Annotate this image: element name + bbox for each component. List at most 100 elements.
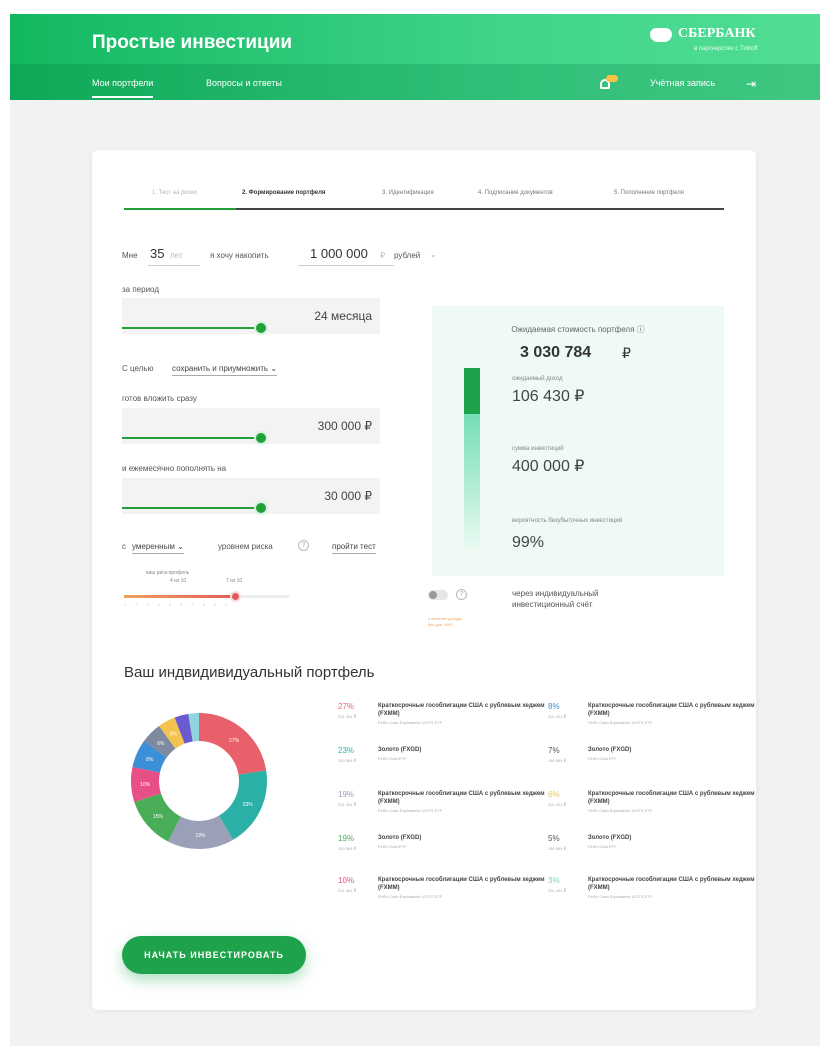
allocation-item[interactable]: 7% 150 564 ₽ Золото (FXGD) FinEx Gold ETF	[548, 746, 758, 786]
expected-total-currency: ₽	[622, 345, 631, 361]
allocation-asset-name: Краткосрочные гособлигации США с рублевы…	[588, 877, 755, 891]
monthly-slider[interactable]	[122, 503, 266, 513]
allocation-item[interactable]: 19% 201 401 ₽ Краткосрочные гособлигации С…	[338, 790, 548, 830]
step-portfolio[interactable]: 2. Формирование портфеля	[242, 190, 325, 196]
allocation-item[interactable]: 19% 150 564 ₽ Золото (FXGD) FinEx Gold ETF	[338, 834, 548, 874]
step-risk-test[interactable]: 1. Тест на риски	[152, 190, 197, 196]
value-bar	[464, 368, 480, 548]
monthly-label: и ежемесячно пополнять на	[122, 464, 227, 473]
allocation-etf: FinEx Cash Equivalents UCITS ETF	[378, 894, 443, 899]
slider-handle[interactable]	[256, 503, 266, 513]
allocation-percent: 19%	[338, 790, 355, 799]
bank-logo[interactable]: СБЕРБАНК в партнерстве с Tinkoff	[650, 24, 770, 60]
info-icon[interactable]: ?	[456, 589, 467, 600]
allocation-asset-name: Золото (FXGD)	[378, 835, 422, 841]
iis-toggle[interactable]	[428, 590, 448, 600]
risk-prefix: с	[122, 542, 126, 551]
nav-my-portfolios[interactable]: Мои портфели	[92, 78, 154, 98]
account-link[interactable]: Учётная запись	[650, 78, 715, 88]
risk-handle[interactable]	[230, 591, 241, 602]
allocation-item[interactable]: 10% 201 401 ₽ Краткосрочные гособлигации С…	[338, 876, 548, 916]
allocation-item[interactable]: 27% 201 401 ₽ Краткосрочные гособлигации С…	[338, 702, 548, 742]
target-amount-input[interactable]: 1 000 000	[310, 246, 368, 261]
step-identification[interactable]: 3. Идентификация	[382, 190, 434, 196]
allocation-amount: 201 401 ₽	[548, 802, 567, 807]
allocation-etf: FinEx Gold ETF	[378, 756, 407, 761]
donut-slice-label: 23%	[243, 802, 254, 808]
step-documents[interactable]: 4. Подписание документов	[478, 190, 553, 196]
allocation-etf: FinEx Gold ETF	[378, 844, 407, 849]
allocation-percent: 8%	[548, 702, 560, 711]
expected-value-panel: Ожидаемая стоимость портфеля ⓘ 3 030 784…	[432, 306, 724, 576]
allocation-etf: FinEx Cash Equivalents UCITS ETF	[378, 720, 443, 725]
risk-scale[interactable]: ваш риск-профиль 4 из 10 7 из 10 1234567…	[122, 570, 292, 610]
period-value: 24 месяца	[314, 309, 372, 323]
app-title: Простые инвестиции	[92, 32, 293, 53]
progress-steps: 1. Тест на риски 2. Формирование портфел…	[124, 184, 724, 214]
allocation-etf: FinEx Gold ETF	[588, 756, 617, 761]
donut-slice-label: 19%	[195, 833, 206, 839]
allocation-amount: 150 564 ₽	[548, 758, 567, 763]
notification-badge	[606, 75, 618, 82]
allocation-asset-name: Краткосрочные гособлигации США с рублевы…	[588, 791, 755, 805]
logout-icon[interactable]: ⇥	[746, 77, 756, 91]
slider-handle[interactable]	[256, 433, 266, 443]
allocation-percent: 23%	[338, 746, 355, 755]
info-icon[interactable]: ⓘ	[637, 325, 645, 334]
allocation-percent: 7%	[548, 746, 560, 755]
slider-handle[interactable]	[256, 323, 266, 333]
period-label: за период	[122, 285, 159, 294]
allocation-etf: FinEx Cash Equivalents UCITS ETF	[378, 808, 443, 813]
allocation-percent: 5%	[548, 834, 560, 843]
donut-slice-label: 5%	[170, 732, 178, 738]
iis-line-1: через индивидуальный	[512, 589, 599, 598]
currency-select[interactable]: рублей	[394, 251, 420, 260]
bell-icon[interactable]	[598, 75, 618, 90]
income-label: ожидаемый доход	[512, 376, 563, 382]
start-investing-button[interactable]: НАЧАТЬ ИНВЕСТИРОВАТЬ	[122, 936, 306, 974]
monthly-value: 30 000 ₽	[324, 489, 372, 503]
allocation-amount: 201 401 ₽	[548, 714, 567, 719]
allocation-etf: FinEx Gold ETF	[588, 844, 617, 849]
income-segment	[464, 368, 480, 414]
initial-value: 300 000 ₽	[317, 419, 372, 433]
want-label: я хочу накопить	[210, 251, 269, 260]
invest-label: сумма инвестиций	[512, 446, 564, 452]
period-slider[interactable]	[122, 323, 266, 333]
expected-total: 3 030 784	[520, 344, 592, 361]
nav-faq[interactable]: Вопросы и ответы	[206, 78, 282, 88]
allocation-item[interactable]: 8% 201 401 ₽ Краткосрочные гособлигации СШ…	[548, 702, 758, 742]
app-header: Простые инвестиции СБЕРБАНК в партнерств…	[10, 14, 820, 100]
goal-select[interactable]: сохранить и приумножить ⌄	[172, 364, 278, 376]
allocation-asset-name: Краткосрочные гособлигации США с рублевы…	[378, 877, 545, 891]
panel-title: Ожидаемая стоимость портфеля ⓘ	[511, 325, 645, 334]
allocation-item[interactable]: 6% 201 401 ₽ Краткосрочные гособлигации СШ…	[548, 790, 758, 830]
amount-currency: ₽	[380, 251, 386, 260]
age-input[interactable]: 35	[150, 246, 164, 261]
bank-subtitle: в партнерстве с Tinkoff	[694, 46, 758, 52]
age-unit: лет	[170, 251, 183, 260]
risk-value: умеренным	[132, 542, 175, 551]
donut-slice-label: 10%	[140, 782, 151, 788]
info-icon[interactable]: ?	[298, 540, 309, 551]
risk-select[interactable]: умеренным ⌄	[132, 542, 184, 554]
amount-underline	[298, 265, 394, 266]
chevron-down-icon: ⌄	[270, 364, 278, 373]
allocation-item[interactable]: 5% 150 564 ₽ Золото (FXGD) FinEx Gold ETF	[548, 834, 758, 874]
chevron-down-icon[interactable]: ⌄	[430, 250, 437, 259]
step-funding[interactable]: 5. Пополнение портфеля	[614, 190, 684, 196]
donut-slice-label: 8%	[146, 757, 154, 763]
iis-label: через индивидуальный инвестиционный счёт	[512, 588, 598, 610]
goal-prefix: С целью	[122, 364, 154, 373]
risk-from: 4 из 10	[170, 578, 187, 584]
allocation-percent: 27%	[338, 702, 355, 711]
prob-label: вероятность безубыточных инвестиций	[512, 518, 623, 524]
allocation-item[interactable]: 23% 150 564 ₽ Золото (FXGD) FinEx Gold ETF	[338, 746, 548, 786]
portfolio-builder-card: 1. Тест на риски 2. Формирование портфел…	[92, 150, 756, 1010]
allocation-percent: 10%	[338, 876, 355, 885]
initial-slider[interactable]	[122, 433, 266, 443]
retake-test-link[interactable]: пройти тест	[332, 542, 376, 554]
initial-label: готов вложить сразу	[122, 394, 197, 403]
allocation-item[interactable]: 3% 201 401 ₽ Краткосрочные гособлигации СШ…	[548, 876, 758, 916]
goal-value: сохранить и приумножить	[172, 364, 269, 373]
